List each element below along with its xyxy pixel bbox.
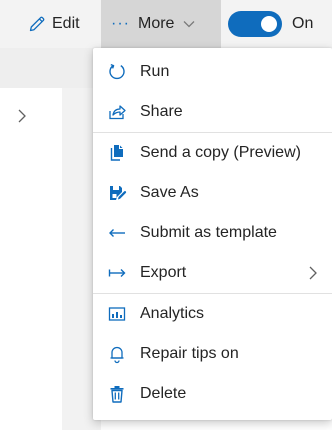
menu-item-label: Delete (140, 385, 187, 402)
left-panel (0, 88, 62, 430)
bell-icon (107, 344, 127, 364)
trash-icon (107, 384, 127, 404)
background-band (0, 48, 101, 88)
menu-item-label: Export (140, 264, 187, 281)
submit-arrow-icon (107, 223, 127, 243)
pencil-icon (29, 16, 45, 32)
more-dots-icon: ··· (111, 15, 130, 32)
menu-item-label: Repair tips on (140, 345, 239, 362)
on-off-toggle[interactable] (228, 11, 282, 37)
menu-item-label: Analytics (140, 305, 205, 322)
more-label: More (137, 15, 175, 32)
menu-item-send-copy[interactable]: Send a copy (Preview) (93, 133, 332, 173)
menu-item-submit-template[interactable]: Submit as template (93, 213, 332, 253)
menu-item-run[interactable]: Run (93, 52, 332, 92)
more-dropdown-menu: Run Share Send a copy (Preview) Save As … (93, 48, 332, 420)
more-button[interactable]: ··· More (101, 0, 221, 48)
menu-item-label: Send a copy (Preview) (140, 144, 301, 161)
toggle-knob (261, 16, 277, 32)
menu-item-repair-tips[interactable]: Repair tips on (93, 334, 332, 374)
submenu-chevron-right-icon (309, 266, 317, 280)
toggle-label: On (292, 15, 314, 32)
menu-item-label: Submit as template (140, 224, 277, 241)
menu-item-export[interactable]: Export (93, 253, 332, 293)
menu-item-label: Save As (140, 184, 199, 201)
menu-item-label: Share (140, 103, 183, 120)
edit-button[interactable]: Edit (28, 0, 80, 48)
menu-item-save-as[interactable]: Save As (93, 173, 332, 213)
chevron-down-icon (183, 21, 195, 28)
expand-panel-chevron-icon[interactable] (16, 108, 28, 124)
menu-item-delete[interactable]: Delete (93, 374, 332, 414)
menu-item-analytics[interactable]: Analytics (93, 294, 332, 334)
export-arrow-icon (107, 263, 127, 283)
toggle-container: On (228, 0, 313, 48)
copy-icon (107, 143, 127, 163)
edit-label: Edit (52, 15, 80, 32)
analytics-icon (107, 304, 127, 324)
menu-item-share[interactable]: Share (93, 92, 332, 132)
menu-item-label: Run (140, 63, 170, 80)
share-icon (107, 102, 127, 122)
run-icon (107, 62, 127, 82)
save-as-icon (107, 183, 127, 203)
command-bar: Edit ··· More On (0, 0, 332, 48)
